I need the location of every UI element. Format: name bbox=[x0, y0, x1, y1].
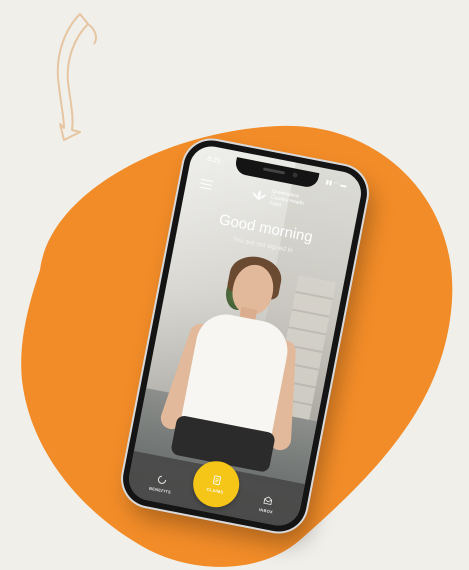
benefits-icon bbox=[157, 475, 167, 484]
curved-arrow-icon bbox=[56, 13, 97, 141]
lotus-logo-icon bbox=[252, 190, 267, 201]
tab-claims-label: CLAIMS bbox=[206, 486, 224, 495]
camera-icon bbox=[292, 172, 299, 179]
speaker-grille bbox=[262, 167, 286, 175]
promo-scene: 8:25 ▮▮ ◠ ▬ Queensland Country Health Fu… bbox=[0, 0, 469, 570]
tab-inbox-label: INBOX bbox=[258, 506, 274, 515]
inbox-icon bbox=[263, 496, 273, 506]
claims-icon bbox=[212, 475, 221, 486]
tab-benefits[interactable]: BENEFITS bbox=[143, 472, 180, 496]
status-icons: ▮▮ ◠ ▬ bbox=[324, 179, 347, 190]
tab-benefits-label: BENEFITS bbox=[148, 485, 172, 495]
tab-inbox[interactable]: INBOX bbox=[249, 492, 286, 516]
